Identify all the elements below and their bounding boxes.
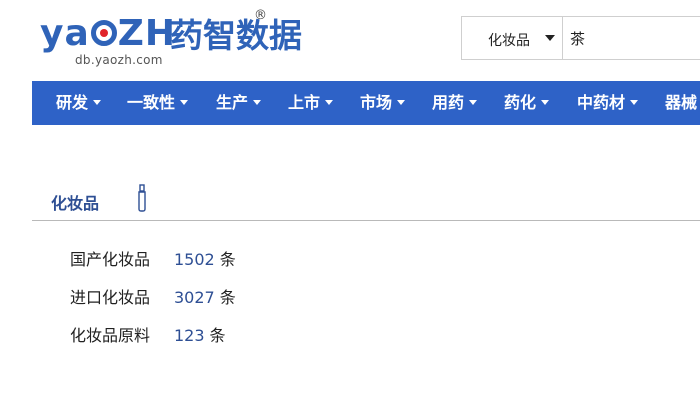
stat-count-link[interactable]: 123: [174, 326, 205, 345]
stat-row-imported: 进口化妆品 3027 条: [70, 286, 236, 310]
caret-down-icon: [180, 100, 189, 105]
bottle-icon: [138, 184, 146, 212]
nav-item-consistency[interactable]: 一致性: [127, 81, 189, 125]
nav-item-label: 器械: [665, 93, 698, 112]
stat-unit: 条: [209, 326, 226, 345]
caret-down-icon: [397, 100, 406, 105]
nav-item-research[interactable]: 研发: [56, 81, 102, 125]
nav-item-label: 用药: [432, 93, 465, 112]
nav-item-production[interactable]: 生产: [216, 81, 262, 125]
caret-down-icon: [541, 100, 550, 105]
section-header: 化妆品: [32, 180, 700, 221]
section-title: 化妆品: [51, 194, 100, 213]
stat-unit: 条: [219, 288, 236, 307]
caret-down-icon: [325, 100, 334, 105]
stat-label: 国产化妆品: [70, 250, 151, 269]
nav-item-market[interactable]: 市场: [360, 81, 406, 125]
stat-count-link[interactable]: 3027: [174, 288, 215, 307]
logo-wordmark: ya ZH: [40, 16, 176, 52]
nav-item-label: 生产: [216, 93, 249, 112]
nav-item-pharmchem[interactable]: 药化: [504, 81, 550, 125]
search-category-select[interactable]: 化妆品: [462, 17, 563, 59]
stat-row-domestic: 国产化妆品 1502 条: [70, 248, 236, 272]
main-nav: 研发 一致性 生产 上市 市场 用药 药化 中药材 器械: [32, 81, 700, 125]
search-input[interactable]: [564, 17, 700, 59]
nav-item-label: 一致性: [127, 93, 176, 112]
stat-label: 化妆品原料: [70, 326, 151, 345]
nav-item-devices[interactable]: 器械: [665, 81, 700, 125]
search-category-label: 化妆品: [488, 33, 530, 49]
caret-down-icon: [469, 100, 478, 105]
caret-down-icon: [93, 100, 102, 105]
stat-label: 进口化妆品: [70, 288, 151, 307]
search-box: 化妆品: [461, 16, 700, 60]
nav-item-label: 中药材: [577, 93, 626, 112]
nav-item-label: 研发: [56, 93, 89, 112]
caret-down-icon: [253, 100, 262, 105]
chevron-down-icon: [545, 35, 555, 41]
stat-unit: 条: [219, 250, 236, 269]
nav-item-tcm-materials[interactable]: 中药材: [577, 81, 639, 125]
logo-domain: db.yaozh.com: [75, 53, 163, 67]
nav-item-medication[interactable]: 用药: [432, 81, 478, 125]
page: ya ZH 药智数据 ® db.yaozh.com 化妆品 研发 一致性 生产 上…: [0, 0, 700, 404]
site-logo[interactable]: ya ZH 药智数据 ® db.yaozh.com: [40, 8, 360, 70]
logo-wordmark-start: ya: [40, 13, 90, 54]
logo-o-icon: [90, 20, 117, 46]
stat-count-link[interactable]: 1502: [174, 250, 215, 269]
nav-item-label: 上市: [288, 93, 321, 112]
nav-item-label: 市场: [360, 93, 393, 112]
logo-wordmark-end: ZH: [117, 13, 176, 54]
nav-item-label: 药化: [504, 93, 537, 112]
stat-row-ingredients: 化妆品原料 123 条: [70, 324, 226, 348]
caret-down-icon: [630, 100, 639, 105]
logo-chinese-name: 药智数据: [170, 16, 302, 55]
registered-mark: ®: [254, 8, 267, 23]
nav-item-launch[interactable]: 上市: [288, 81, 334, 125]
